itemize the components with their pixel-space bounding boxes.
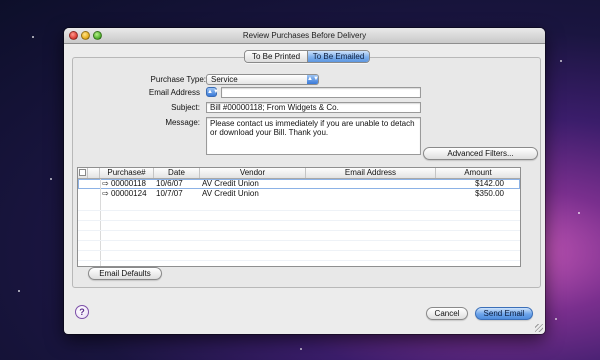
message-label: Message: — [165, 118, 200, 127]
email-address-popup[interactable]: ▲▼ — [206, 87, 219, 97]
arrow-right-icon: ⇨ — [102, 189, 109, 198]
message-field[interactable]: Please contact us immediately if you are… — [206, 117, 421, 155]
resize-grip-icon[interactable] — [535, 324, 543, 332]
tab-to-be-printed[interactable]: To Be Printed — [245, 51, 307, 62]
vendor-name: AV Credit Union — [202, 179, 259, 188]
purchase-date: 10/6/07 — [156, 179, 183, 188]
table-row[interactable]: ⇨ 00000124 10/7/07 AV Credit Union $350.… — [78, 189, 520, 199]
purchases-table: Purchase# Date Vendor Email Address Amou… — [77, 167, 521, 267]
tab-to-be-emailed[interactable]: To Be Emailed — [307, 51, 369, 62]
purchase-type-value: Service — [211, 75, 238, 84]
close-window-button[interactable] — [69, 31, 78, 40]
email-defaults-button[interactable]: Email Defaults — [88, 267, 162, 280]
review-purchases-window: Review Purchases Before Delivery Purchas… — [64, 28, 545, 334]
help-icon[interactable]: ? — [75, 305, 89, 319]
window-controls — [69, 31, 102, 40]
grid-line — [78, 230, 520, 231]
minimize-window-button[interactable] — [81, 31, 90, 40]
delivery-tabs: To Be Printed To Be Emailed — [244, 50, 370, 63]
column-spacer — [88, 168, 100, 178]
column-amount[interactable]: Amount — [436, 168, 520, 178]
window-title: Review Purchases Before Delivery — [242, 31, 367, 40]
email-address-field[interactable] — [221, 87, 421, 98]
purchase-number: 00000118 — [110, 179, 146, 188]
amount: $350.00 — [475, 189, 504, 198]
column-date[interactable]: Date — [154, 168, 200, 178]
cancel-button[interactable]: Cancel — [426, 307, 468, 320]
amount: $142.00 — [475, 179, 504, 188]
send-email-button[interactable]: Send Email — [475, 307, 533, 320]
row-divider-line — [100, 179, 101, 266]
arrow-right-icon: ⇨ — [102, 179, 109, 188]
email-address — [306, 179, 436, 189]
table-row[interactable]: ⇨ 00000118 10/6/07 AV Credit Union $142.… — [78, 179, 520, 189]
purchase-type-popup[interactable]: Service ▲▼ — [206, 74, 319, 85]
advanced-filters-button[interactable]: Advanced Filters... — [423, 147, 538, 160]
purchase-type-label: Purchase Type: — [150, 75, 206, 84]
chevron-updown-icon: ▲▼ — [307, 75, 319, 84]
email-address-label: Email Address — [148, 88, 200, 97]
email-address — [306, 189, 436, 199]
column-vendor[interactable]: Vendor — [200, 168, 306, 178]
grid-line — [78, 220, 520, 221]
grid-line — [78, 260, 520, 261]
grid-line — [78, 250, 520, 251]
vendor-name: AV Credit Union — [202, 189, 259, 198]
grid-line — [78, 240, 520, 241]
purchase-date: 10/7/07 — [156, 189, 183, 198]
purchase-number: 00000124 — [110, 189, 147, 198]
subject-field[interactable]: Bill #00000118; From Widgets & Co. — [206, 102, 421, 113]
subject-label: Subject: — [171, 103, 200, 112]
title-bar: Review Purchases Before Delivery — [64, 28, 545, 44]
column-purchase[interactable]: Purchase# — [100, 168, 154, 178]
table-header: Purchase# Date Vendor Email Address Amou… — [78, 168, 520, 179]
zoom-window-button[interactable] — [93, 31, 102, 40]
grid-line — [78, 210, 520, 211]
column-email-address[interactable]: Email Address — [306, 168, 436, 178]
select-all-checkbox-header[interactable] — [78, 168, 88, 178]
